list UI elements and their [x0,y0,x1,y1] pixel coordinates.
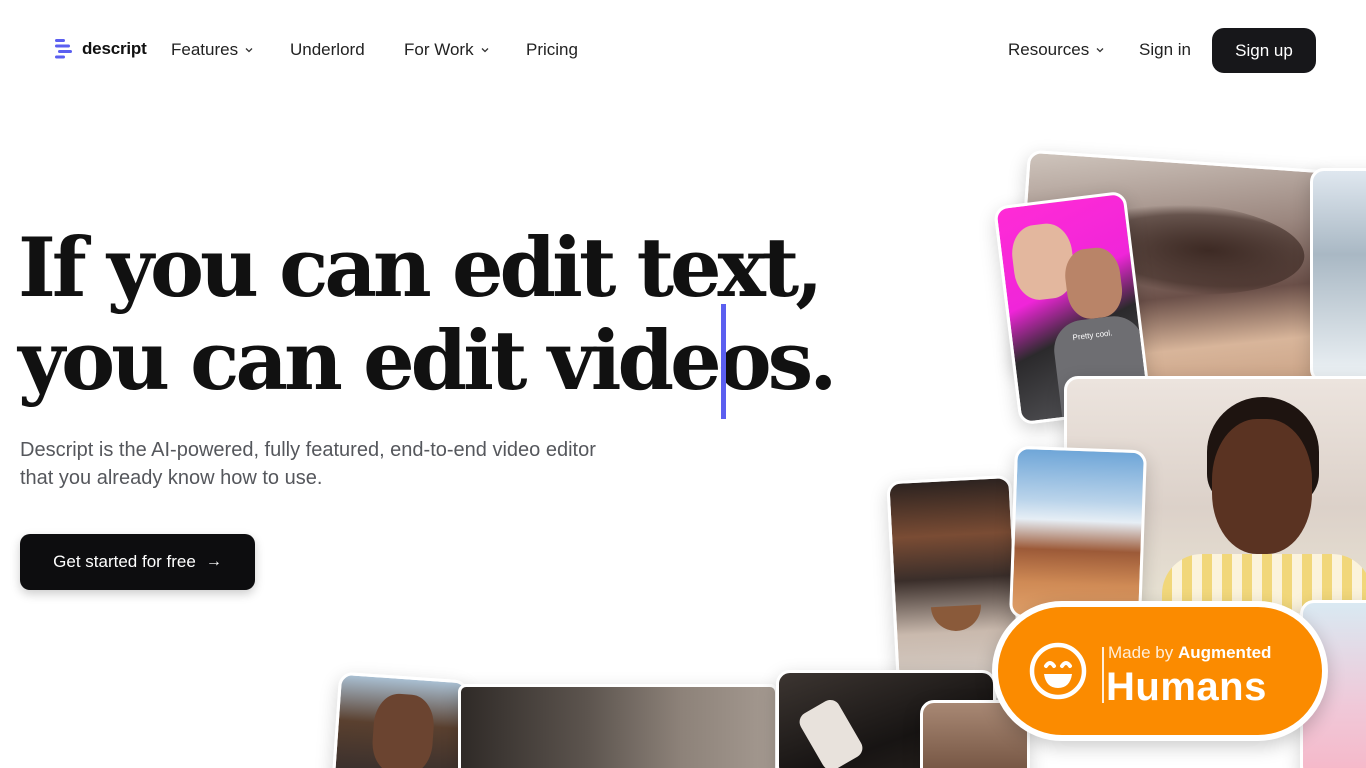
chevron-down-icon [245,48,253,53]
sign-in-label: Sign in [1139,40,1191,59]
sign-in-link[interactable]: Sign in [1139,40,1191,60]
nav-item-for-work[interactable]: For Work [404,40,489,60]
media-thumbnail-desert [1009,445,1147,623]
nav-item-pricing[interactable]: Pricing [526,40,578,60]
subtitle-line-2: that you already know how to use. [20,467,323,489]
nav-item-label: Pricing [526,40,578,59]
nav-item-label: For Work [404,40,474,59]
logo-wordmark: descript [82,39,147,58]
person-face [1212,419,1312,554]
top-navigation: descript Features Underlord For Work Pri… [0,0,1366,100]
descript-logo[interactable]: descript [54,38,147,60]
badge-divider [1102,647,1104,703]
smiley-icon [1029,642,1087,700]
descript-logo-icon [55,39,72,59]
badge-made-by: Made by [1108,643,1174,662]
badge-made-by-text: Made by Augmented [1108,643,1271,663]
sign-up-button[interactable]: Sign up [1212,28,1316,73]
nav-item-label: Resources [1008,40,1090,59]
media-thumbnail-room [458,684,778,768]
person-face [370,692,436,768]
made-by-augmented-humans-badge[interactable]: Made by Augmented Humans [992,601,1328,741]
nav-item-label: Features [171,40,239,59]
subtitle-line-1: Descript is the AI-powered, fully featur… [20,439,596,461]
nav-item-features[interactable]: Features [171,40,253,60]
chevron-down-icon [481,48,489,53]
get-started-button[interactable]: Get started for free → [20,534,255,590]
get-started-label: Get started for free [53,552,196,571]
person-face [1062,245,1126,322]
media-thumbnail-man-glasses [330,671,470,768]
headline-line-1: If you can edit text, [18,221,823,316]
chevron-down-icon [1096,48,1104,53]
arrow-right-icon: → [205,553,222,570]
media-thumbnail-snowy-forest [1310,168,1366,383]
badge-humans-text: Humans [1106,665,1267,709]
headline-line-2: you can edit videos. [18,314,837,409]
nav-item-resources[interactable]: Resources [1008,40,1104,60]
nav-item-label: Underlord [290,40,365,59]
sign-up-label: Sign up [1235,40,1293,60]
cup-shape [795,696,867,768]
badge-augmented: Augmented [1177,643,1272,662]
text-cursor-caret [721,304,726,419]
hero-subtitle: Descript is the AI-powered, fully featur… [20,436,660,492]
bowl-shape [930,604,983,633]
nav-item-underlord[interactable]: Underlord [290,40,365,60]
hero-headline: If you can edit text, you can edit video… [18,221,837,409]
